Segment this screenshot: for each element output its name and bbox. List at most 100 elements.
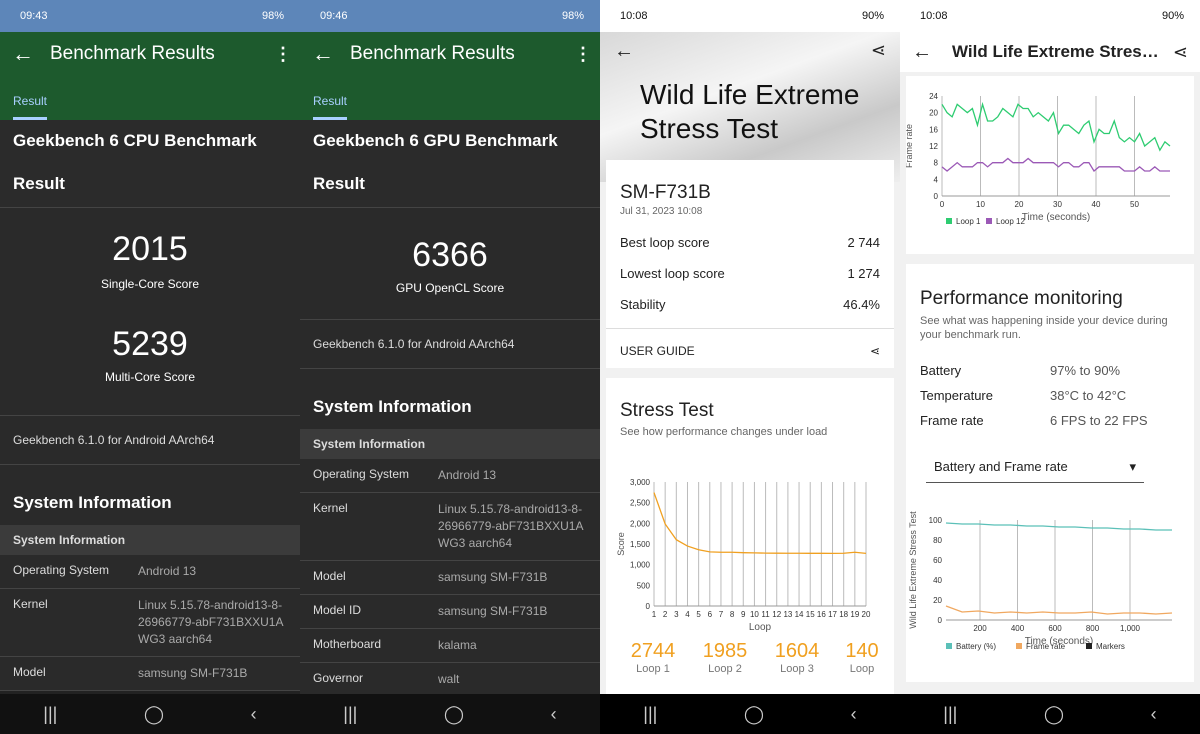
tab-result[interactable]: Result xyxy=(300,76,600,120)
x-tick-label: 14 xyxy=(795,610,804,619)
loop-card-3: 1604 Loop 3 xyxy=(766,640,828,675)
info-row-governor: Governor walt xyxy=(300,663,600,697)
test-title: Wild Life Extreme Stress Test xyxy=(640,78,859,146)
metric-dropdown[interactable]: Battery and Frame rate ▾ xyxy=(926,451,1144,483)
y-tick-label: 2,000 xyxy=(630,519,651,528)
benchmark-heading: Geekbench 6 CPU Benchmark Result xyxy=(0,120,300,208)
info-key: Model ID xyxy=(313,603,362,617)
pm-title: Performance monitoring xyxy=(920,288,1123,309)
user-guide-link[interactable]: USER GUIDE xyxy=(620,344,695,358)
info-key: Kernel xyxy=(313,501,348,515)
user-guide-row[interactable]: USER GUIDE ⋖ xyxy=(606,328,894,372)
y-tick-label: 500 xyxy=(637,581,651,590)
share-icon[interactable]: ⋖ xyxy=(871,40,886,61)
back-arrow-icon[interactable]: ← xyxy=(912,41,952,64)
back-icon[interactable]: ‹ xyxy=(251,704,257,725)
back-icon[interactable]: ‹ xyxy=(551,704,557,725)
y-tick-label: 60 xyxy=(933,556,942,565)
legend-swatch xyxy=(946,218,952,224)
x-tick-label: 7 xyxy=(719,610,724,619)
home-icon[interactable]: ◯ xyxy=(444,704,464,725)
info-row-motherboard: Motherboard kalama xyxy=(300,629,600,663)
back-icon[interactable]: ‹ xyxy=(851,704,857,725)
legend-swatch xyxy=(986,218,992,224)
y-tick-label: 40 xyxy=(933,576,942,585)
y-tick-label: 100 xyxy=(929,516,943,525)
status-battery: 98% xyxy=(261,10,284,22)
y-tick-label: 1,500 xyxy=(630,540,651,549)
loop-score: 1985 xyxy=(702,640,748,662)
share-icon[interactable]: ⋖ xyxy=(1164,42,1188,63)
y-tick-label: 2,500 xyxy=(630,499,651,508)
y-tick-label: 0 xyxy=(646,602,651,611)
info-value: kalama xyxy=(438,638,477,652)
loop-label: Loop 2 xyxy=(708,663,742,675)
back-arrow-icon[interactable]: ← xyxy=(614,40,634,63)
x-tick-label: 19 xyxy=(850,610,859,619)
more-options-icon[interactable]: ⋮ xyxy=(574,44,592,65)
system-info-heading: System Information xyxy=(300,369,600,429)
x-tick-label: 20 xyxy=(1015,200,1024,209)
y-tick-label: 12 xyxy=(929,142,938,151)
back-arrow-icon[interactable]: ← xyxy=(312,41,350,67)
y-axis-label: Score xyxy=(616,532,626,556)
back-arrow-icon[interactable]: ← xyxy=(12,41,50,67)
frame-rate-chart: 242016128400 10 20 30 40 50Time (seconds)Fram… xyxy=(904,92,1171,226)
series-line xyxy=(941,101,1171,152)
result-heading: Result xyxy=(13,174,65,193)
best-loop-label: Best loop score xyxy=(620,235,710,250)
back-icon[interactable]: ‹ xyxy=(1151,704,1157,725)
system-info-subheading: System Information xyxy=(300,429,600,459)
score-chart: 3,0002,5002,0001,5001,00050001 2 3 4 5 6 7 8 9 10… xyxy=(616,478,871,633)
x-tick-label: 13 xyxy=(783,610,792,619)
y-tick-label: 8 xyxy=(934,159,939,168)
device-name: SM-F731B xyxy=(620,182,711,203)
loop-score: 2744 xyxy=(630,640,676,662)
stability-row: Stability 46.4% xyxy=(606,289,894,320)
legend-label: Loop 1 xyxy=(956,217,981,226)
tab-result[interactable]: Result xyxy=(0,76,300,120)
recents-icon[interactable]: ||| xyxy=(643,704,657,725)
share-icon[interactable]: ⋖ xyxy=(870,344,880,358)
info-value: samsung SM-F731B xyxy=(438,570,548,584)
frame-rate-label: Frame rate xyxy=(920,413,984,428)
x-tick-label: 1 xyxy=(652,610,657,619)
status-battery: 90% xyxy=(861,10,884,22)
stability-value: 46.4% xyxy=(843,297,880,312)
legend-swatch xyxy=(1016,643,1022,649)
x-tick-label: 800 xyxy=(1086,624,1100,633)
battery-label: Battery xyxy=(920,363,962,378)
x-tick-label: 6 xyxy=(708,610,713,619)
home-icon[interactable]: ◯ xyxy=(144,704,164,725)
y-tick-label: 20 xyxy=(929,109,938,118)
temperature-row: Temperature 38°C to 42°C xyxy=(906,383,1194,408)
recents-icon[interactable]: ||| xyxy=(943,704,957,725)
tab-result-label: Result xyxy=(313,94,348,108)
status-bar: 10:08 90% xyxy=(600,0,900,32)
home-icon[interactable]: ◯ xyxy=(1044,704,1064,725)
recents-icon[interactable]: ||| xyxy=(43,704,57,725)
chevron-down-icon: ▾ xyxy=(1129,458,1136,474)
info-key: Model xyxy=(13,665,46,679)
info-row-os: Operating System Android 13 xyxy=(300,459,600,493)
info-value: walt xyxy=(438,672,460,686)
y-tick-label: 4 xyxy=(934,175,939,184)
y-tick-label: 0 xyxy=(934,192,939,201)
result-content: Geekbench 6 GPU Benchmark Result 6366 GPU… xyxy=(300,120,600,697)
y-tick-label: 0 xyxy=(938,616,943,625)
y-tick-label: 1,000 xyxy=(630,561,651,570)
x-tick-label: 0 xyxy=(940,200,945,209)
gpu-score: 6366 xyxy=(412,236,488,274)
loop-label: Loop xyxy=(849,663,875,675)
y-axis-label: Wild Life Extreme Stress Test xyxy=(908,511,918,629)
recents-icon[interactable]: ||| xyxy=(343,704,357,725)
geekbench-gpu-screen: 09:46 98% ← Benchmark Results ⋮ Result Ge… xyxy=(300,0,600,734)
y-tick-label: 80 xyxy=(933,536,942,545)
status-time: 09:43 xyxy=(20,10,48,22)
y-tick-label: 24 xyxy=(929,92,938,101)
home-icon[interactable]: ◯ xyxy=(744,704,764,725)
legend-swatch xyxy=(946,643,952,649)
status-time: 09:46 xyxy=(320,10,348,22)
more-options-icon[interactable]: ⋮ xyxy=(274,44,292,65)
status-time: 10:08 xyxy=(620,10,648,22)
